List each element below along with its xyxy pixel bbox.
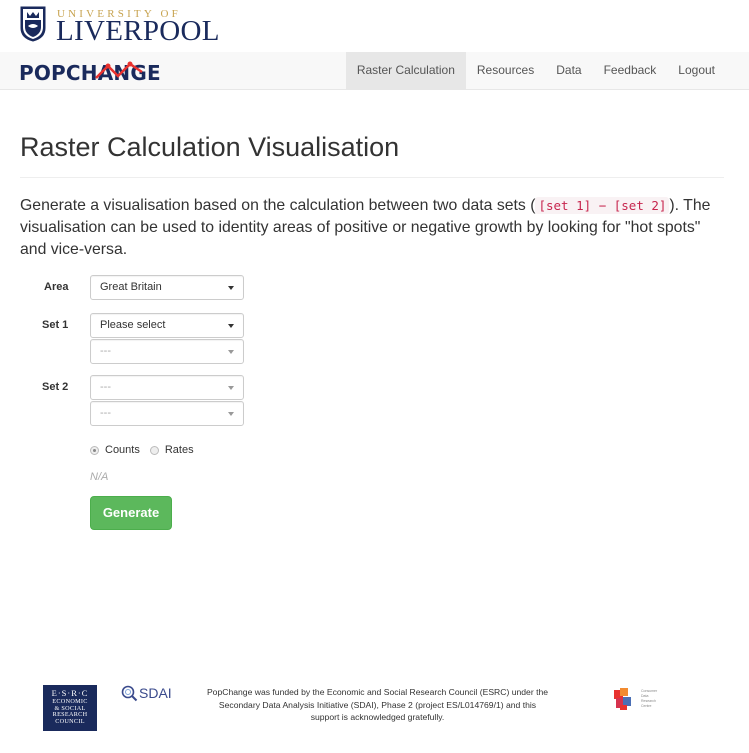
nav-resources[interactable]: Resources: [466, 52, 545, 90]
generate-button[interactable]: Generate: [90, 496, 172, 530]
chevron-down-icon: [228, 324, 234, 328]
set1-sub-select[interactable]: ---: [90, 339, 244, 364]
nav-raster-calculation[interactable]: Raster Calculation: [345, 52, 466, 90]
esrc-logo: E·S·R·C ECONOMIC & SOCIAL RESEARCH COUNC…: [43, 685, 97, 731]
university-name: LIVERPOOL: [56, 15, 220, 47]
trend-line-icon: [95, 61, 143, 79]
set1-label: Set 1: [42, 319, 69, 331]
navbar: POPCHANGE Raster Calculation Resources D…: [0, 52, 749, 90]
set1-sub-select-value: ---: [100, 345, 111, 357]
nav-data[interactable]: Data: [545, 52, 592, 90]
funding-statement: PopChange was funded by the Economic and…: [206, 687, 549, 722]
university-crest-icon: [20, 6, 46, 42]
na-status-text: N/A: [90, 471, 109, 483]
brand-pop: POP: [19, 61, 66, 85]
nav-feedback[interactable]: Feedback: [593, 52, 668, 90]
esrc-logo-words: ECONOMIC & SOCIAL RESEARCH COUNCIL: [43, 698, 97, 725]
chevron-down-icon: [228, 350, 234, 354]
chevron-down-icon: [228, 386, 234, 390]
university-header: UNIVERSITY OF LIVERPOOL: [0, 0, 749, 52]
intro-formula-code: [set 1] − [set 2]: [535, 197, 670, 214]
intro-text-before: Generate a visualisation based on the ca…: [20, 197, 536, 214]
set1-select-value: Please select: [100, 319, 166, 331]
area-label: Area: [44, 281, 69, 293]
counts-radio-label[interactable]: Counts: [105, 444, 140, 456]
cdrc-logo-text: Consumer Data Research Centre: [641, 689, 657, 709]
chevron-down-icon: [228, 412, 234, 416]
area-select-value: Great Britain: [100, 281, 162, 293]
title-divider: [20, 177, 724, 178]
nav-logout[interactable]: Logout: [667, 52, 726, 90]
main-nav: Raster Calculation Resources Data Feedba…: [345, 52, 726, 90]
rates-radio-label[interactable]: Rates: [165, 444, 194, 456]
set1-select[interactable]: Please select: [90, 313, 244, 338]
sdai-logo: SDAI: [120, 684, 172, 702]
set2-sub-select-value: ---: [100, 407, 111, 419]
area-select[interactable]: Great Britain: [90, 275, 244, 300]
counts-radio[interactable]: [90, 445, 99, 455]
set2-select-value: ---: [100, 381, 111, 393]
set2-sub-select[interactable]: ---: [90, 401, 244, 426]
intro-paragraph: Generate a visualisation based on the ca…: [20, 195, 725, 261]
esrc-line: COUNCIL: [55, 717, 85, 725]
set2-label: Set 2: [42, 381, 69, 393]
rates-radio[interactable]: [149, 445, 159, 455]
measure-radio-group: Counts Rates: [90, 444, 204, 456]
chevron-down-icon: [228, 286, 234, 290]
esrc-logo-abbrev: E·S·R·C: [51, 688, 89, 698]
sdai-logo-text: SDAI: [139, 685, 172, 701]
cdrc-line: Centre: [641, 704, 652, 708]
magnifier-icon: [121, 685, 138, 702]
set2-select[interactable]: ---: [90, 375, 244, 400]
page-title: Raster Calculation Visualisation: [20, 132, 400, 162]
